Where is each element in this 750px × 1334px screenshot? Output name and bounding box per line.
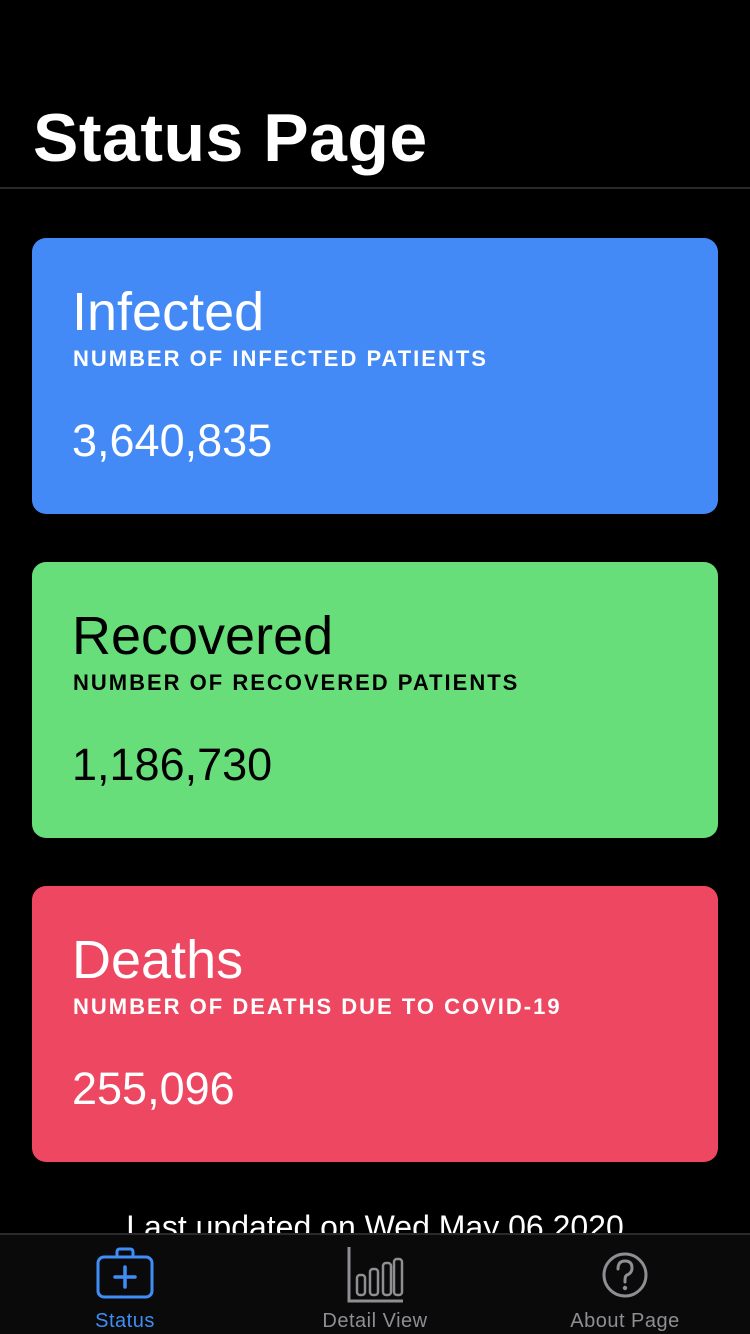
infected-card-title: Infected	[72, 282, 265, 342]
recovered-card-title: Recovered	[72, 606, 334, 666]
deaths-card-subtitle: NUMBER OF DEATHS DUE TO COVID-19	[73, 994, 562, 1019]
infected-card: Infected NUMBER OF INFECTED PATIENTS 3,6…	[32, 238, 718, 514]
tab-about-page[interactable]: About Page	[500, 1235, 750, 1334]
tab-about-page-label: About Page	[570, 1310, 680, 1332]
page-title: Status Page	[33, 100, 428, 176]
navigation-bar: Status Page	[0, 0, 750, 189]
recovered-count: 1,186,730	[72, 739, 273, 790]
tab-detail-view[interactable]: Detail View	[250, 1235, 500, 1334]
deaths-count: 255,096	[72, 1063, 235, 1114]
last-updated-label: Last updated on Wed May 06 2020	[126, 1209, 624, 1233]
question-mark-circle-icon	[602, 1252, 648, 1298]
recovered-card: Recovered NUMBER OF RECOVERED PATIENTS 1…	[32, 562, 718, 838]
tab-status-label: Status	[95, 1310, 155, 1332]
infected-card-subtitle: NUMBER OF INFECTED PATIENTS	[73, 346, 488, 371]
recovered-card-subtitle: NUMBER OF RECOVERED PATIENTS	[73, 670, 520, 695]
deaths-card-title: Deaths	[72, 930, 244, 990]
medical-kit-icon	[96, 1247, 154, 1299]
tab-bar: Status Detail View About Page	[0, 1233, 750, 1334]
deaths-card: Deaths NUMBER OF DEATHS DUE TO COVID-19 …	[32, 886, 718, 1162]
status-scroll-view[interactable]: Infected NUMBER OF INFECTED PATIENTS 3,6…	[0, 189, 750, 1233]
tab-detail-view-label: Detail View	[322, 1310, 428, 1332]
infected-count: 3,640,835	[72, 415, 273, 466]
tab-status[interactable]: Status	[0, 1235, 250, 1334]
bar-chart-icon	[347, 1247, 404, 1303]
